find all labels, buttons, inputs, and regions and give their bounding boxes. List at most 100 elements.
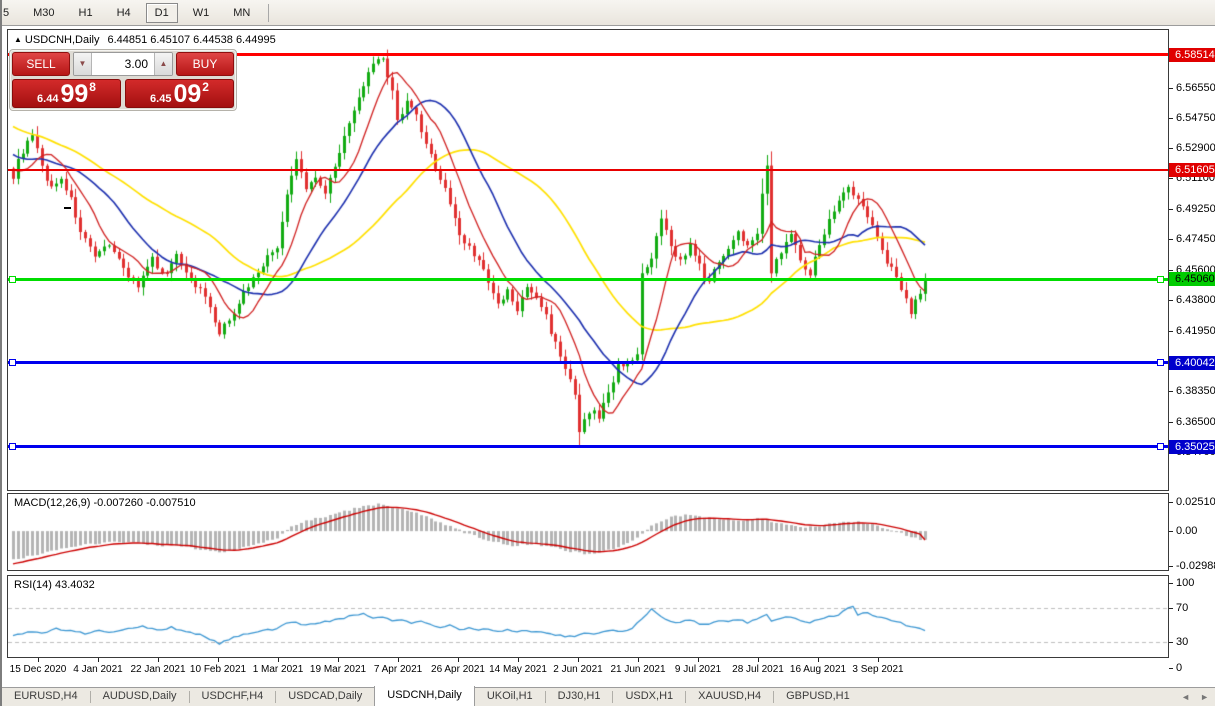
date-axis-label: 15 Dec 2020: [10, 664, 67, 675]
axis-tick: [1169, 148, 1173, 149]
price-axis-label: 6.47450: [1176, 233, 1215, 245]
sell-price-box[interactable]: 6.44 99 8: [12, 79, 121, 108]
macd-label: MACD(12,26,9) -0.007260 -0.007510: [14, 497, 196, 509]
timeframe-button-mn[interactable]: MN: [224, 3, 259, 23]
sell-price-big: 99: [60, 83, 88, 106]
date-axis-label: 9 Jul 2021: [675, 664, 721, 675]
axis-tick: [1169, 608, 1173, 609]
timeframe-button-h1[interactable]: H1: [70, 3, 102, 23]
price-axis-label: 6.52900: [1176, 142, 1215, 154]
date-axis-tick: [818, 658, 819, 662]
sell-price-prefix: 6.44: [37, 92, 58, 106]
date-axis-label: 16 Aug 2021: [790, 664, 846, 675]
axis-tick: [1169, 566, 1173, 567]
tab-usdchf-h4[interactable]: USDCHF,H4: [190, 687, 276, 706]
line-handle-left[interactable]: [9, 276, 16, 283]
line-handle-left[interactable]: [9, 443, 16, 450]
timeframe-button-d1[interactable]: D1: [146, 3, 178, 23]
rsi-indicator-pane: RSI(14) 43.4032: [7, 575, 1169, 658]
timeframe-button-w1[interactable]: W1: [184, 3, 219, 23]
volume-increase-button[interactable]: ▲: [154, 53, 172, 75]
date-axis-tick: [98, 658, 99, 662]
line-handle-right[interactable]: [1157, 359, 1164, 366]
date-axis: 15 Dec 20204 Jan 202122 Jan 202110 Feb 2…: [7, 658, 1169, 682]
rsi-axis-label: 100: [1176, 577, 1194, 589]
buy-price-box[interactable]: 6.45 09 2: [125, 79, 234, 108]
tab-usdcad-daily[interactable]: USDCAD,Daily: [276, 687, 374, 706]
trendline-fragment-object[interactable]: [64, 207, 71, 209]
sell-price-pipette: 8: [89, 80, 96, 93]
date-axis-tick: [158, 658, 159, 662]
collapse-triangle-icon[interactable]: ▲: [14, 35, 22, 44]
tab-eurusd-h4[interactable]: EURUSD,H4: [2, 687, 90, 706]
axis-tick: [1169, 642, 1173, 643]
axis-tick: [1169, 531, 1173, 532]
chart-symbol-period: USDCNH,Daily: [25, 34, 100, 46]
timeframe-button-h4[interactable]: H4: [108, 3, 140, 23]
tab-audusd-daily[interactable]: AUDUSD,Daily: [91, 687, 189, 706]
date-axis-label: 19 Mar 2021: [310, 664, 366, 675]
horizontal-line-6.45060[interactable]: [8, 278, 1168, 281]
timeframe-toolbar: 5 M30 H1 H4 D1 W1MN: [2, 0, 1215, 26]
sell-button[interactable]: SELL: [12, 52, 70, 76]
macd-axis-label: 0.025108: [1176, 496, 1215, 508]
date-axis-tick: [338, 658, 339, 662]
tab-scroll-nav: ◄►: [1181, 692, 1209, 702]
timeframe-button-m30[interactable]: M30: [24, 3, 63, 23]
rsi-label: RSI(14) 43.4032: [14, 579, 95, 591]
price-level-badge-6.35025: 6.35025: [1169, 440, 1215, 454]
price-axis-label: 6.54750: [1176, 112, 1215, 124]
rsi-axis-label: 0: [1176, 662, 1182, 674]
horizontal-line-6.35025[interactable]: [8, 445, 1168, 448]
price-level-badge-6.45060: 6.45060: [1169, 272, 1215, 286]
volume-decrease-button[interactable]: ▼: [74, 53, 92, 75]
date-axis-label: 28 Jul 2021: [732, 664, 784, 675]
tab-xauusd-h4[interactable]: XAUUSD,H4: [686, 687, 773, 706]
date-axis-tick: [878, 658, 879, 662]
tab-dj30-h1[interactable]: DJ30,H1: [546, 687, 613, 706]
macd-axis-label: -0.029881: [1176, 560, 1215, 572]
line-handle-right[interactable]: [1157, 443, 1164, 450]
date-axis-tick: [278, 658, 279, 662]
tab-scroll-right-icon[interactable]: ►: [1200, 692, 1209, 702]
price-level-badge-6.51605: 6.51605: [1169, 163, 1215, 177]
axis-tick: [1169, 583, 1173, 584]
date-axis-tick: [518, 658, 519, 662]
tab-scroll-left-icon[interactable]: ◄: [1181, 692, 1190, 702]
chart-ohlc-values: 6.44851 6.45107 6.44538 6.44995: [107, 34, 275, 46]
axis-tick: [1169, 270, 1173, 271]
tab-gbpusd-h1[interactable]: GBPUSD,H1: [774, 687, 862, 706]
line-handle-left[interactable]: [9, 359, 16, 366]
axis-tick: [1169, 178, 1173, 179]
axis-tick: [1169, 331, 1173, 332]
buy-price-prefix: 6.45: [150, 92, 171, 106]
volume-stepper: ▼ 3.00 ▲: [73, 52, 173, 76]
line-handle-right[interactable]: [1157, 276, 1164, 283]
date-axis-label: 26 Apr 2021: [431, 664, 485, 675]
volume-value[interactable]: 3.00: [92, 53, 154, 75]
horizontal-line-6.40042[interactable]: [8, 361, 1168, 364]
price-axis-label: 6.38350: [1176, 385, 1215, 397]
chart-tab-bar: EURUSD,H4AUDUSD,DailyUSDCHF,H4USDCAD,Dai…: [2, 687, 1215, 706]
date-axis-label: 21 Jun 2021: [610, 664, 665, 675]
axis-tick: [1169, 502, 1173, 503]
price-axis-label: 6.36500: [1176, 416, 1215, 428]
price-axis-label: 6.49250: [1176, 203, 1215, 215]
macd-indicator-pane: MACD(12,26,9) -0.007260 -0.007510: [7, 493, 1169, 571]
chart-title: ▲USDCNH,Daily 6.44851 6.45107 6.44538 6.4…: [14, 34, 276, 46]
date-axis-label: 22 Jan 2021: [130, 664, 185, 675]
trading-terminal-window: 5M30H1H4D1W1MN ▲USDCNH,Daily6.44851 6.45…: [0, 0, 1215, 706]
tab-ukoil-h1[interactable]: UKOil,H1: [475, 687, 545, 706]
horizontal-line-6.51605[interactable]: [8, 169, 1168, 171]
buy-button[interactable]: BUY: [176, 52, 234, 76]
date-axis-label: 10 Feb 2021: [190, 664, 246, 675]
date-axis-tick: [458, 658, 459, 662]
tab-usdx-h1[interactable]: USDX,H1: [613, 687, 685, 706]
timeframe-button-5[interactable]: 5: [0, 3, 18, 23]
one-click-trade-panel: SELL ▼ 3.00 ▲ BUY 6.44 99 8 6.45 09 2: [9, 49, 237, 111]
rsi-canvas[interactable]: [8, 576, 1168, 657]
tab-usdcnh-daily[interactable]: USDCNH,Daily: [374, 686, 475, 706]
axis-tick: [1169, 118, 1173, 119]
axis-tick: [1169, 300, 1173, 301]
price-level-badge-6.40042: 6.40042: [1169, 356, 1215, 370]
